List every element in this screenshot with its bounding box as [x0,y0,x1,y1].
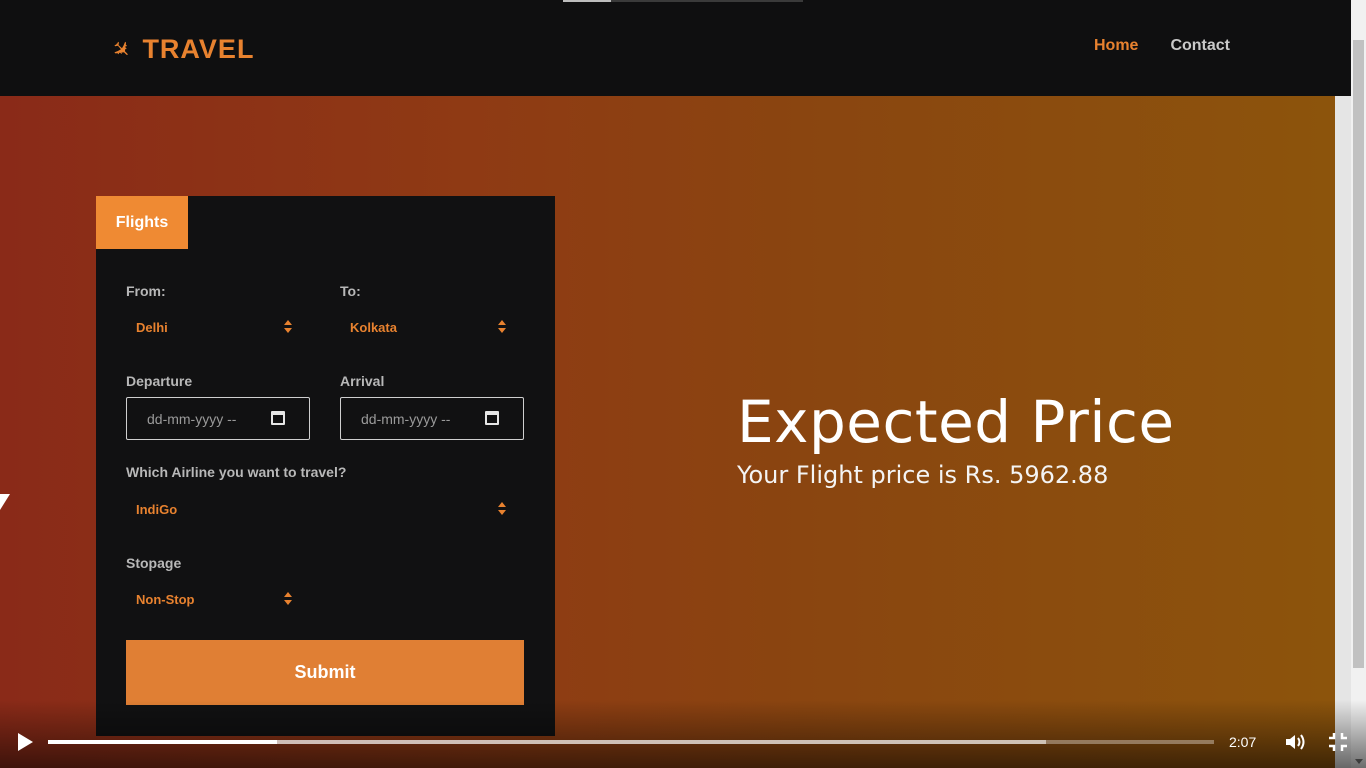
page-edge [1335,96,1351,768]
arrival-placeholder: dd-mm-yyyy -- [361,410,451,427]
select-arrows-icon [284,592,292,606]
to-label: To: [340,283,361,299]
video-controls: 2:07 [0,700,1366,768]
from-select[interactable]: Delhi [126,309,306,345]
flight-price-result: Your Flight price is Rs. 5962.88 [737,461,1109,489]
from-label: From: [126,283,166,299]
to-select-value: Kolkata [350,319,397,335]
departure-label: Departure [126,373,193,389]
loading-indicator [563,0,803,2]
played-range [48,740,277,744]
to-select[interactable]: Kolkata [340,309,520,345]
arrival-date-input[interactable]: dd-mm-yyyy -- [340,397,524,440]
nav-links: Home Contact [1094,37,1230,55]
stopage-select[interactable]: Non-Stop [126,581,306,617]
exit-fullscreen-icon[interactable] [1328,732,1348,752]
departure-placeholder: dd-mm-yyyy -- [147,410,237,427]
airline-select-value: IndiGo [136,501,178,517]
departure-date-input[interactable]: dd-mm-yyyy -- [126,397,310,440]
submit-button[interactable]: Submit [126,640,524,705]
volume-icon[interactable] [1284,732,1306,752]
screen: ✈ TRAVEL Home Contact Flights From: Delh… [0,0,1366,768]
select-arrows-icon [498,320,506,334]
stopage-label: Stopage [126,555,182,571]
select-arrows-icon [284,320,292,334]
nav-link-contact[interactable]: Contact [1170,37,1230,55]
airline-label: Which Airline you want to travel? [126,464,347,480]
page-scrollbar[interactable] [1351,0,1366,768]
airplane-icon: ✈ [106,33,137,65]
scrollbar-thumb[interactable] [1353,40,1364,668]
mouse-pointer-icon [0,494,10,510]
airline-select[interactable]: IndiGo [126,491,520,527]
from-select-value: Delhi [136,319,168,335]
flight-search-form: Flights From: Delhi To: Kolkata Departur… [96,196,555,736]
play-icon[interactable] [18,733,33,751]
arrival-label: Arrival [340,373,385,389]
calendar-icon[interactable] [485,411,499,425]
video-progress-bar[interactable] [48,740,1214,744]
stopage-select-value: Non-Stop [136,591,195,607]
brand-name: TRAVEL [142,34,255,64]
expected-price-heading: Expected Price [737,388,1175,456]
calendar-icon[interactable] [271,411,285,425]
brand-logo[interactable]: ✈ TRAVEL [106,34,255,65]
navbar: ✈ TRAVEL Home Contact [0,0,1351,96]
current-time: 2:07 [1229,734,1257,750]
tab-flights[interactable]: Flights [96,196,188,249]
nav-link-home[interactable]: Home [1094,37,1138,55]
select-arrows-icon [498,502,506,516]
